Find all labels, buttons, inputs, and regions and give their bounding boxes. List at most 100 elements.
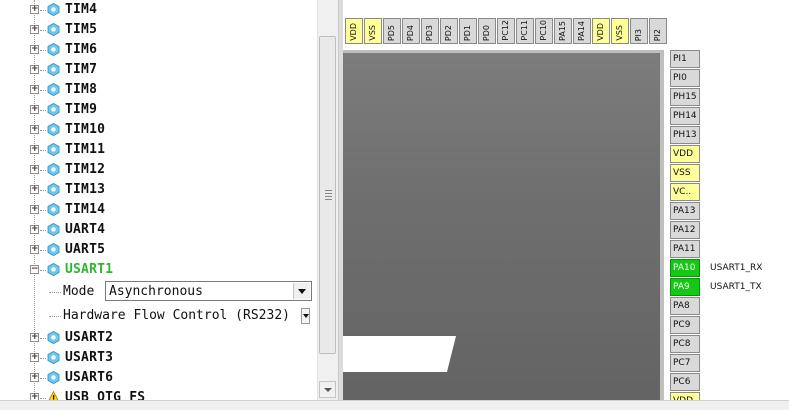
pin-pc11[interactable]: PC11 [516, 18, 534, 44]
expand-icon[interactable]: + [30, 225, 39, 234]
pin-pd2[interactable]: PD2 [440, 18, 458, 44]
tree-node-tim14[interactable]: + TIM14 [0, 200, 317, 220]
tree-node-label: TIM5 [65, 22, 98, 37]
pin-vss[interactable]: VSS [364, 18, 382, 44]
tree-node-tim13[interactable]: + TIM13 [0, 180, 317, 200]
tree-node-tim10[interactable]: + TIM10 [0, 120, 317, 140]
pin-pa11[interactable]: PA11 [670, 240, 700, 258]
pin-pi0[interactable]: PI0 [670, 69, 700, 87]
pin-pd0[interactable]: PD0 [478, 18, 496, 44]
peripheral-icon [47, 143, 60, 156]
pin-ph15[interactable]: PH15 [670, 88, 700, 106]
expand-icon[interactable]: + [30, 353, 39, 362]
expand-icon[interactable]: + [30, 245, 39, 254]
tree-node-label: USART2 [65, 330, 114, 345]
tree-branch-line [40, 90, 46, 91]
tree-scrollbar[interactable] [317, 0, 338, 400]
pin-pc6[interactable]: PC6 [670, 373, 700, 391]
pin-pc10[interactable]: PC10 [535, 18, 553, 44]
tree-branch-line [40, 358, 46, 359]
pin-pc9[interactable]: PC9 [670, 316, 700, 334]
tree-node-tim4[interactable]: + TIM4 [0, 0, 317, 20]
pin-pa10[interactable]: PA10 [670, 259, 700, 277]
expand-icon[interactable]: + [30, 105, 39, 114]
expand-icon[interactable]: + [30, 25, 39, 34]
pin-vdd[interactable]: VDD [345, 18, 363, 44]
peripheral-tree: + TIM4 + TIM5 + TIM6 + TIM7 + TIM8 + TIM9 + TIM10 + TIM… [0, 0, 317, 400]
tree-branch-line [49, 316, 61, 317]
tree-node-label: UART5 [65, 242, 106, 257]
pin-pa15[interactable]: PA15 [554, 18, 572, 44]
tree-node-uart5[interactable]: + UART5 [0, 240, 317, 260]
chip-pinout-view: VDD VSS PD5 PD4 PD3 PD2 PD1 PD0 PC12 PC11 PC10 PA15… [343, 0, 789, 400]
usart1-flow-control-row[interactable]: Hardware Flow Control (RS232) [35, 304, 317, 328]
expand-icon[interactable]: + [30, 373, 39, 382]
pin-vc[interactable]: VC.. [670, 183, 700, 201]
tree-node-tim5[interactable]: + TIM5 [0, 20, 317, 40]
pin-pa8[interactable]: PA8 [670, 297, 700, 315]
chevron-down-icon[interactable] [293, 283, 310, 299]
tree-node-tim6[interactable]: + TIM6 [0, 40, 317, 60]
mode-label: Mode [63, 284, 95, 299]
pin-vss[interactable]: VSS [670, 164, 700, 182]
expand-icon[interactable]: + [30, 85, 39, 94]
expand-icon[interactable]: + [30, 125, 39, 134]
expand-icon[interactable]: + [30, 333, 39, 342]
pin-pd3[interactable]: PD3 [421, 18, 439, 44]
tree-node-uart4[interactable]: + UART4 [0, 220, 317, 240]
expand-icon[interactable]: + [30, 165, 39, 174]
pin-pi1[interactable]: PI1 [670, 50, 700, 68]
chevron-down-icon[interactable] [301, 308, 310, 324]
pin-label: PA10 [673, 263, 696, 273]
collapse-icon[interactable]: − [30, 265, 39, 274]
pin-label: PA14 [577, 21, 586, 41]
tree-branch-line [40, 110, 46, 111]
pin-pi3[interactable]: PI3 [630, 18, 648, 44]
expand-icon[interactable]: + [30, 145, 39, 154]
tree-node-tim7[interactable]: + TIM7 [0, 60, 317, 80]
tree-node-label: USART6 [65, 370, 114, 385]
pin-pi2[interactable]: PI2 [649, 18, 667, 44]
tree-node-tim8[interactable]: + TIM8 [0, 80, 317, 100]
tree-node-usart6[interactable]: + USART6 [0, 368, 317, 388]
pin-pa12[interactable]: PA12 [670, 221, 700, 239]
scroll-down-button[interactable] [319, 381, 336, 398]
tree-node-usart1[interactable]: − USART1 [0, 260, 317, 280]
mode-select-value: Asynchronous [109, 284, 203, 299]
pin-pa14[interactable]: PA14 [573, 18, 591, 44]
expand-icon[interactable]: + [30, 65, 39, 74]
tree-node-usb_otg_fs[interactable]: + USB_OTG_FS [0, 388, 317, 400]
expand-icon[interactable]: + [30, 393, 39, 400]
tree-node-label: TIM11 [65, 142, 106, 157]
pin-label: PD2 [444, 24, 453, 41]
pin-vdd[interactable]: VDD [670, 145, 700, 163]
pin-pd4[interactable]: PD4 [402, 18, 420, 44]
pin-ph14[interactable]: PH14 [670, 107, 700, 125]
pin-label: VC.. [673, 187, 692, 197]
pin-pc8[interactable]: PC8 [670, 335, 700, 353]
pin-vdd[interactable]: VDD [592, 18, 610, 44]
tree-node-usart3[interactable]: + USART3 [0, 348, 317, 368]
tree-node-tim9[interactable]: + TIM9 [0, 100, 317, 120]
tree-node-usart2[interactable]: + USART2 [0, 328, 317, 348]
expand-icon[interactable]: + [30, 45, 39, 54]
pin-vdd[interactable]: VDD [670, 392, 700, 400]
tree-node-tim12[interactable]: + TIM12 [0, 160, 317, 180]
pin-label: PH15 [673, 92, 697, 102]
tree-node-label: TIM10 [65, 122, 106, 137]
pin-pc7[interactable]: PC7 [670, 354, 700, 372]
expand-icon[interactable]: + [30, 5, 39, 14]
pin-vss[interactable]: VSS [611, 18, 629, 44]
pin-ph13[interactable]: PH13 [670, 126, 700, 144]
expand-icon[interactable]: + [30, 205, 39, 214]
pin-pd1[interactable]: PD1 [459, 18, 477, 44]
pin-pa9[interactable]: PA9 [670, 278, 700, 296]
scrollbar-thumb[interactable] [319, 36, 336, 354]
pin-pd5[interactable]: PD5 [383, 18, 401, 44]
pin-label: PA12 [673, 225, 696, 235]
mode-select[interactable]: Asynchronous [105, 281, 312, 301]
pin-pc12[interactable]: PC12 [497, 18, 515, 44]
tree-node-tim11[interactable]: + TIM11 [0, 140, 317, 160]
pin-pa13[interactable]: PA13 [670, 202, 700, 220]
expand-icon[interactable]: + [30, 185, 39, 194]
